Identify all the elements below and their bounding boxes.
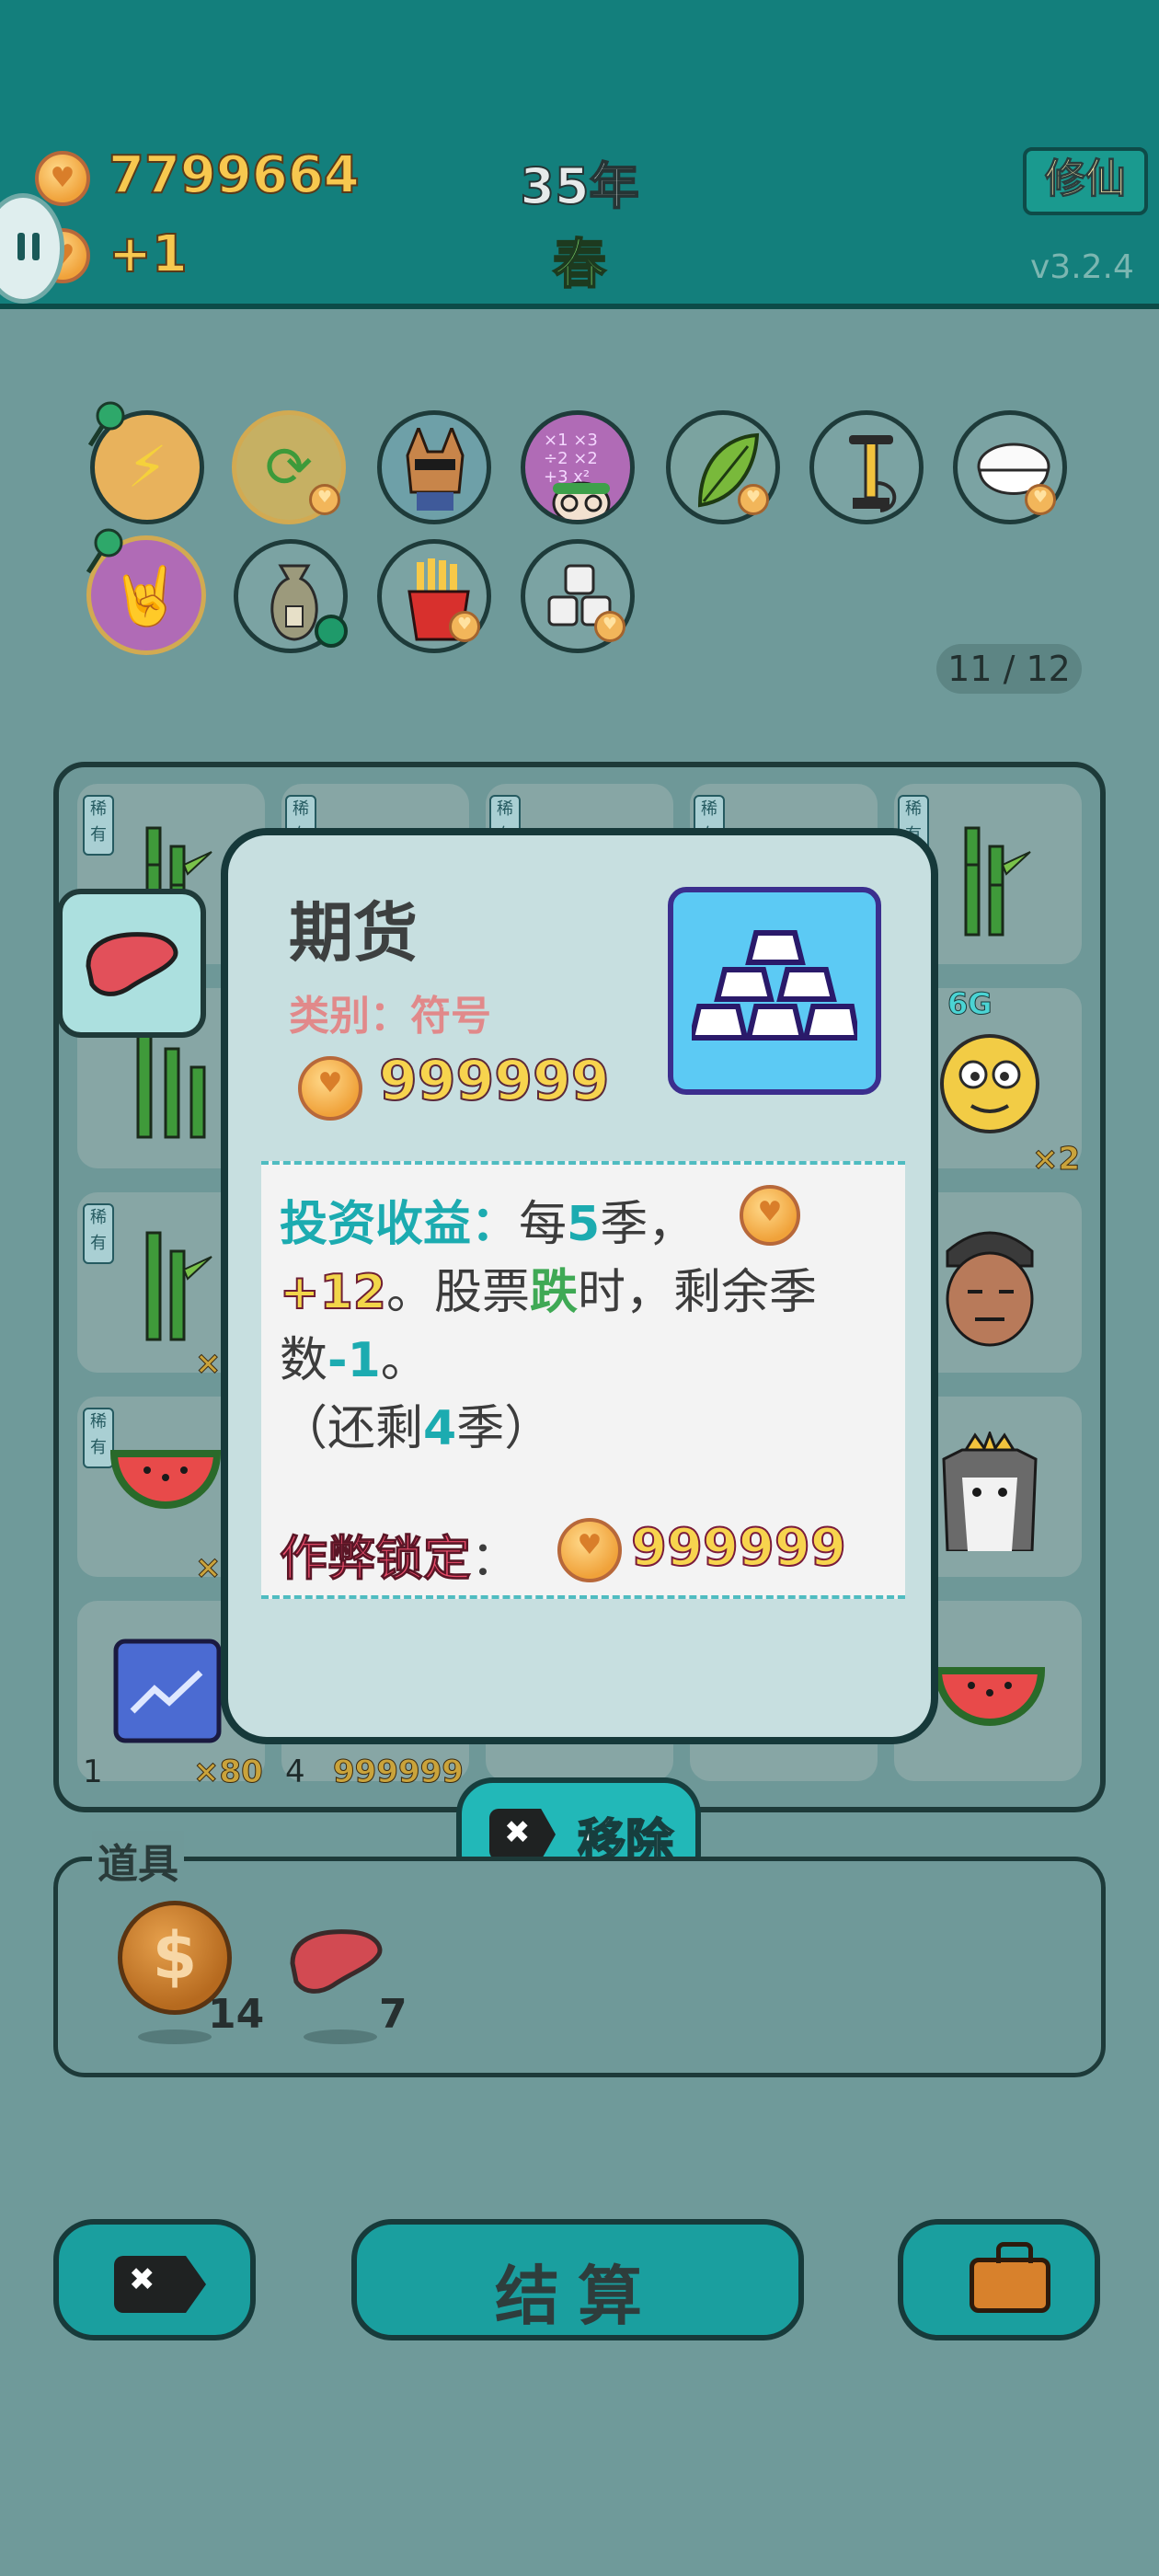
desc-line-2: +12。股票跌时，剩余季 [279,1253,817,1322]
settle-button[interactable]: 结算 [351,2219,804,2340]
coin-income: +1 [108,224,189,285]
prop-count: 7 [379,1991,407,2038]
desc-text: （还剩 [280,1401,424,1456]
watermelon-icon [110,1450,221,1509]
rare-tag: 稀有 [83,795,114,856]
income-label: 投资收益： [280,1197,520,1252]
shadow [138,2030,212,2044]
liver-item-slot[interactable] [57,889,206,1038]
pump-icon [849,435,897,512]
desc-plus: +12 [279,1264,387,1321]
desc-text: 。 [380,1333,429,1388]
desc-number: 5 [567,1197,601,1252]
heart-badge-icon [1025,484,1056,515]
coin-icon [35,151,90,206]
watermelon-icon [935,1667,1045,1726]
cool-dog-icon [406,428,465,511]
pin-icon [86,528,123,574]
heart-badge-icon [594,611,625,642]
desc-line-3: 数-1。 [280,1321,429,1390]
cheat-lock-label: 作弊锁定 [279,1532,472,1588]
liver-icon [86,932,178,996]
bamboo-icon [136,1029,206,1139]
pump-skill[interactable] [809,410,924,524]
math-brain-skill[interactable]: ×1 ×3 ÷2 ×2 +3 x² [521,410,635,524]
husky-king-icon [942,1432,1038,1551]
season-label: 春 [552,232,607,296]
multiplier: ×2 [1031,1141,1081,1179]
desc-text: 每 [519,1197,568,1252]
desc-line-4: （还剩4季） [280,1389,552,1458]
desc-text: 季， [600,1197,696,1252]
multiplier: ×80 [193,1754,264,1791]
rare-tag: 稀有 [83,1408,114,1468]
pause-icon [17,233,25,260]
desc-text: ： [471,1532,520,1587]
desc-text: 时，剩余季 [577,1265,817,1320]
yellow-face-icon [940,1034,1039,1133]
desc-line-1: 投资收益：每5季， [280,1185,695,1254]
heart-badge-icon [449,611,480,642]
item-description: 投资收益：每5季， +12。股票跌时，剩余季 数-1。 （还剩4季） 作弊锁定：… [261,1161,905,1599]
desc-fall: 跌 [529,1265,578,1320]
cell-count: 4 [285,1754,305,1790]
rare-tag: 稀有 [83,1203,114,1264]
cultivation-mode-button[interactable]: 修仙 [1023,147,1148,215]
cheat-lock-line: 作弊锁定： [279,1520,520,1589]
heart-badge-icon [738,484,769,515]
grumpy-man-icon [946,1231,1034,1347]
desc-text: 季） [456,1401,553,1456]
briefcase-icon [970,2242,1050,2313]
prop-count: 14 [208,1991,265,2038]
heart-badge-icon [309,484,340,515]
pin-icon [87,401,125,447]
price-coin-icon [298,1056,362,1121]
desc-coin-icon [740,1185,800,1246]
multiplier: × [195,1345,222,1383]
props-title: 道具 [92,1831,184,1890]
desc-number: -1 [327,1333,381,1388]
item-category: 类别：符号 [289,993,491,1040]
item-price: 999999 [378,1048,610,1114]
cool-dog-skill[interactable] [377,410,491,524]
multiplier: × [195,1549,222,1587]
year-label: 35年 [519,156,639,216]
settle-button-label: 结算 [495,2259,660,2334]
glasses-face-icon [552,481,611,520]
item-title: 期货 [289,895,418,971]
cell-value: 999999 [333,1754,465,1791]
dollar-coin-icon: $ [152,1918,198,1994]
coin-total: 7799664 [108,144,361,206]
bamboo-icon [964,826,1031,937]
gold-bars-icon [668,887,881,1095]
liver-icon[interactable] [287,1926,390,2000]
desc-number: 4 [423,1401,457,1456]
skill-counter: 11 / 12 [936,644,1082,694]
stock-chart-icon [113,1639,222,1743]
desc-text: 。股票 [385,1265,530,1320]
close-icon [114,2256,206,2313]
shadow [304,2030,377,2044]
cheat-lock-value: 999999 [630,1517,847,1579]
briefcase-button[interactable] [898,2219,1100,2340]
desc-text: 数 [280,1333,328,1388]
close-icon [489,1809,556,1860]
bamboo-icon [145,1231,212,1341]
item-detail-modal: 期货 类别：符号 999999 投资收益：每5季， +12。股票跌时，剩余季 数… [221,828,938,1744]
cell-count: 1 [83,1754,103,1790]
cancel-button[interactable] [53,2219,256,2340]
cheat-coin-icon [557,1518,622,1582]
status-dot [315,615,348,648]
version-label: v3.2.4 [1030,248,1134,286]
tag-6g: 6G [947,986,993,1022]
